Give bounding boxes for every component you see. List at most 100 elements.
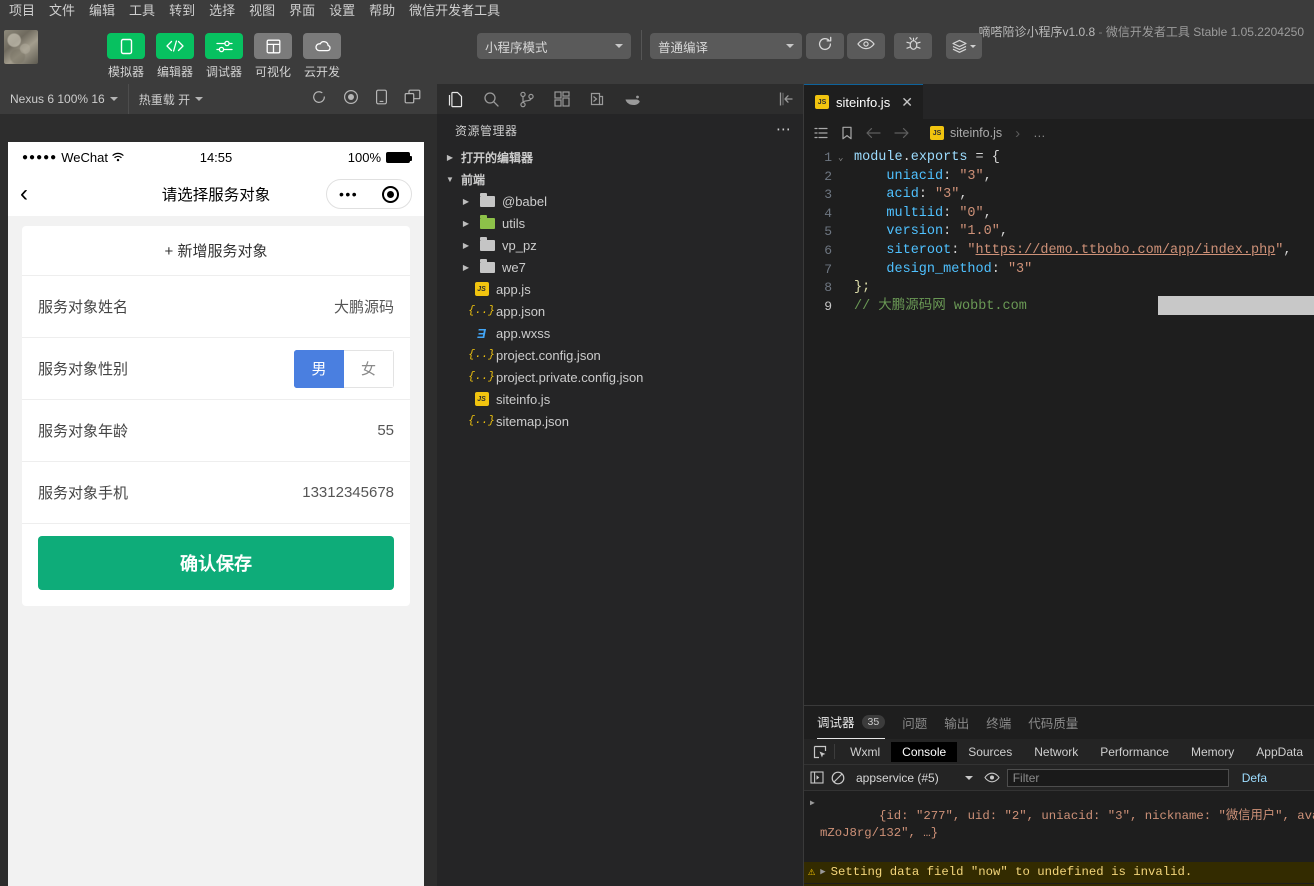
inspect-icon[interactable] <box>810 745 830 759</box>
debugger-tab-terminal[interactable]: 终端 <box>986 713 1011 739</box>
devtools-tab-memory[interactable]: Memory <box>1180 742 1245 762</box>
breadcrumb-rest: … <box>1033 126 1046 140</box>
tree-item-project-config[interactable]: {..} project.config.json <box>437 344 804 366</box>
clear-console-icon[interactable] <box>831 771 845 785</box>
chevron-right-icon[interactable] <box>459 219 473 228</box>
multiscreen-icon[interactable] <box>404 89 421 109</box>
menu-item-1[interactable]: 文件 <box>42 0 82 22</box>
debug-icon[interactable] <box>589 91 605 107</box>
outline-icon[interactable] <box>814 127 828 139</box>
clear-cache-button[interactable] <box>946 33 982 59</box>
explorer-more-icon[interactable]: ⋯ <box>776 126 792 134</box>
chevron-right-icon[interactable] <box>459 197 473 206</box>
record-icon[interactable] <box>343 89 359 110</box>
chevron-right-icon[interactable] <box>459 263 473 272</box>
devtools-tab-console[interactable]: Console <box>891 742 957 762</box>
chevron-right-icon[interactable] <box>459 241 473 250</box>
devtools-tab-wxml[interactable]: Wxml <box>839 742 891 762</box>
console-row-warning-1[interactable]: ⚠ ▶ Setting data field "now" to undefine… <box>804 861 1314 883</box>
menu-item-9[interactable]: 帮助 <box>362 0 402 22</box>
arrow-left-icon[interactable] <box>866 127 881 139</box>
source-control-icon[interactable] <box>519 91 535 108</box>
tree-item-project-private-config[interactable]: {..} project.private.config.json <box>437 366 804 388</box>
real-device-debug-button[interactable] <box>894 33 932 59</box>
form-row-age[interactable]: 服务对象年龄 55 <box>22 400 410 462</box>
files-icon[interactable] <box>447 91 464 108</box>
code-url-link[interactable]: https://demo.ttbobo.com/app/index.php <box>976 243 1276 258</box>
expand-triangle-icon[interactable]: ▶ <box>810 795 815 812</box>
tree-item-sitemap-json[interactable]: {..} sitemap.json <box>437 410 804 432</box>
form-row-name[interactable]: 服务对象姓名 大鹏源码 <box>22 276 410 338</box>
debugger-tab-debugger[interactable]: 调试器 35 <box>817 712 885 739</box>
menu-item-0[interactable]: 项目 <box>2 0 42 22</box>
section-open-editors[interactable]: 打开的编辑器 <box>437 146 804 168</box>
breadcrumb-file[interactable]: JS siteinfo.js <box>930 126 1002 140</box>
menu-item-2[interactable]: 编辑 <box>82 0 122 22</box>
compile-button[interactable] <box>806 33 844 59</box>
toolbar-button-debugger[interactable]: 调试器 <box>205 33 243 80</box>
console-levels-select[interactable]: Defa <box>1242 771 1267 785</box>
menu-item-5[interactable]: 选择 <box>202 0 242 22</box>
menu-item-4[interactable]: 转到 <box>162 0 202 22</box>
arrow-right-icon[interactable] <box>894 127 909 139</box>
menu-item-3[interactable]: 工具 <box>122 0 162 22</box>
menu-item-10[interactable]: 微信开发者工具 <box>402 0 507 22</box>
mode-select[interactable]: 小程序模式 <box>477 33 631 59</box>
form-row-phone[interactable]: 服务对象手机 13312345678 <box>22 462 410 524</box>
gender-option-male[interactable]: 男 <box>294 350 344 388</box>
tree-item-babel[interactable]: @babel <box>437 190 804 212</box>
menu-item-7[interactable]: 界面 <box>282 0 322 22</box>
expand-triangle-icon[interactable]: ▶ <box>820 864 825 881</box>
search-icon[interactable] <box>483 91 500 108</box>
tree-item-siteinfo-js[interactable]: JS siteinfo.js <box>437 388 804 410</box>
tree-item-vp-pz[interactable]: vp_pz <box>437 234 804 256</box>
toolbar-button-cloud[interactable]: 云开发 <box>303 33 341 80</box>
preview-button[interactable] <box>847 33 885 59</box>
rotate-icon[interactable] <box>311 89 327 110</box>
tree-item-app-js[interactable]: JS app.js <box>437 278 804 300</box>
capsule-target-icon[interactable] <box>382 186 399 203</box>
console-filter-input[interactable]: Filter <box>1007 769 1229 787</box>
user-avatar[interactable] <box>4 30 38 64</box>
debugger-tab-code-quality[interactable]: 代码质量 <box>1028 713 1078 739</box>
add-service-object-button[interactable]: + 新增服务对象 <box>22 226 410 276</box>
editor-tab-siteinfo-js[interactable]: JS siteinfo.js ✕ <box>804 84 923 119</box>
debugger-tab-problems[interactable]: 问题 <box>902 713 927 739</box>
chevron-right-icon <box>443 153 457 162</box>
fold-chevron-icon[interactable]: ⌄ <box>838 149 854 168</box>
capsule-more-icon[interactable]: ••• <box>339 190 358 198</box>
section-frontend[interactable]: 前端 <box>437 168 804 190</box>
tree-item-utils[interactable]: utils <box>437 212 804 234</box>
device-icon[interactable] <box>375 89 388 110</box>
tree-item-app-wxss[interactable]: Ǝ app.wxss <box>437 322 804 344</box>
devtools-tab-performance[interactable]: Performance <box>1089 742 1180 762</box>
hot-reload-select[interactable]: 热重载 开 <box>129 84 213 114</box>
tree-item-we7[interactable]: we7 <box>437 256 804 278</box>
bookmark-icon[interactable] <box>841 126 853 140</box>
code-token: " <box>967 243 975 258</box>
toolbar-button-visualizer[interactable]: 可视化 <box>254 33 292 80</box>
toolbar-button-editor[interactable]: 编辑器 <box>156 33 194 80</box>
devtools-tab-appdata[interactable]: AppData <box>1245 742 1314 762</box>
devtools-tab-sources[interactable]: Sources <box>957 742 1023 762</box>
back-chevron-icon[interactable]: ‹ <box>20 182 28 206</box>
console-row-object[interactable]: ▶{id: "277", uid: "2", uniacid: "3", nic… <box>804 791 1314 861</box>
debugger-tab-output[interactable]: 输出 <box>944 713 969 739</box>
compile-select[interactable]: 普通编译 <box>650 33 802 59</box>
menu-item-8[interactable]: 设置 <box>322 0 362 22</box>
collapse-panel-icon[interactable] <box>778 91 794 107</box>
eye-icon[interactable] <box>984 772 1000 783</box>
docker-icon[interactable] <box>624 93 641 106</box>
device-select[interactable]: Nexus 6 100% 16 <box>0 84 128 114</box>
close-icon[interactable]: ✕ <box>901 94 913 111</box>
devtools-tab-network[interactable]: Network <box>1023 742 1089 762</box>
console-context-select[interactable]: appservice (#5) <box>852 771 977 785</box>
gender-option-female[interactable]: 女 <box>344 350 394 388</box>
menu-item-6[interactable]: 视图 <box>242 0 282 22</box>
toolbar-button-simulator[interactable]: 模拟器 <box>107 33 145 80</box>
extensions-icon[interactable] <box>554 91 570 107</box>
tree-item-app-json[interactable]: {..} app.json <box>437 300 804 322</box>
code-content[interactable]: 1 ⌄ module.exports = { 2 uniacid: "3", 3… <box>804 147 1314 316</box>
confirm-save-button[interactable]: 确认保存 <box>38 536 394 590</box>
console-sidebar-icon[interactable] <box>810 771 824 784</box>
